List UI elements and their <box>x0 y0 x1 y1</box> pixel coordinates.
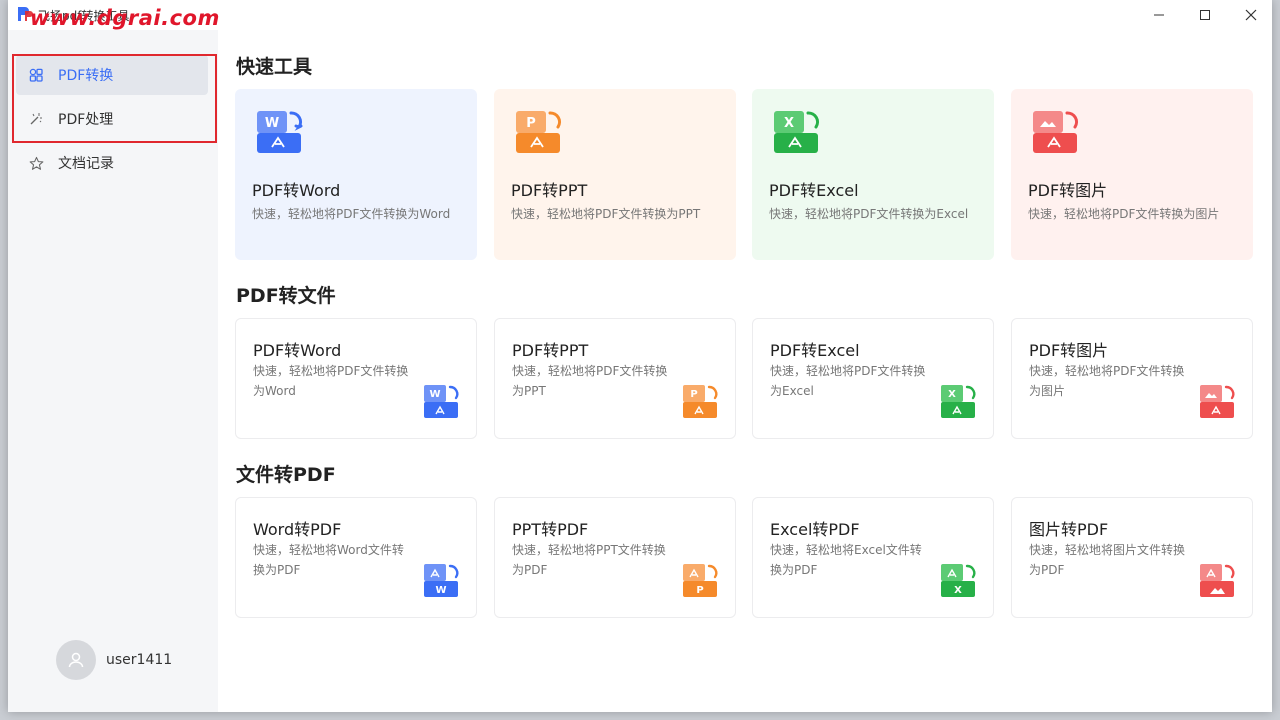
card-desc: 快速，轻松地将PDF文件转换为Word <box>252 207 451 221</box>
excel-to-pdf-icon: X <box>941 564 976 597</box>
svg-text:W: W <box>435 585 446 596</box>
sidebar-item-label: 文档记录 <box>58 156 114 172</box>
card-image-to-pdf[interactable]: 图片转PDF 快速，轻松地将图片文件转换为PDF <box>1011 497 1253 618</box>
sidebar-item-label: PDF处理 <box>58 112 114 128</box>
card-title: PPT转PDF <box>512 520 589 539</box>
svg-text:X: X <box>954 585 962 596</box>
card-desc: 快速，轻松地将PDF文件转换为PPT <box>511 207 701 221</box>
svg-text:W: W <box>265 116 279 131</box>
card-desc: 快速，轻松地将PDF文件转换为Excel <box>770 364 926 398</box>
card-title: PDF转PPT <box>511 181 588 200</box>
pdf-to-excel-icon: X <box>941 385 976 418</box>
pdf-to-image-icon <box>1200 385 1235 418</box>
card-pdf-to-image[interactable]: PDF转图片 快速，轻松地将PDF文件转换为图片 <box>1011 318 1253 439</box>
minimize-button[interactable] <box>1136 0 1182 30</box>
card-desc: 快速，轻松地将PDF文件转换为PPT <box>512 364 668 398</box>
sidebar: PDF转换 PDF处理 文档记录 user1411 <box>8 30 218 712</box>
section-title-file-to-pdf: 文件转PDF <box>236 464 336 486</box>
svg-text:X: X <box>948 389 956 400</box>
sidebar-item-label: PDF转换 <box>58 68 114 84</box>
svg-text:X: X <box>784 116 794 131</box>
image-to-pdf-icon <box>1200 564 1235 597</box>
card-excel-to-pdf[interactable]: Excel转PDF 快速，轻松地将Excel文件转换为PDF X <box>752 497 994 618</box>
sidebar-item-pdf-convert[interactable]: PDF转换 <box>16 55 208 95</box>
minimize-icon <box>1154 14 1164 16</box>
card-title: Word转PDF <box>253 520 342 539</box>
card-title: PDF转图片 <box>1028 181 1108 200</box>
watermark-text: www.dgrai.com <box>30 6 220 30</box>
svg-text:P: P <box>690 389 697 400</box>
app-window: 飞扬pdf转换工具 www.dgrai.com PDF转换 PDF处理 文档记录… <box>8 0 1272 712</box>
card-word-to-pdf[interactable]: Word转PDF 快速，轻松地将Word文件转换为PDF W <box>235 497 477 618</box>
title-bar: 飞扬pdf转换工具 www.dgrai.com <box>8 0 1272 30</box>
card-desc: 快速，轻松地将Word文件转换为PDF <box>253 543 404 577</box>
card-desc: 快速，轻松地将图片文件转换为PDF <box>1029 543 1186 577</box>
close-icon <box>1245 9 1257 21</box>
card-pdf-to-word[interactable]: PDF转Word 快速，轻松地将PDF文件转换为Word W <box>235 318 477 439</box>
card-desc: 快速，轻松地将PDF文件转换为Excel <box>769 207 969 221</box>
section-title-quick-tools: 快速工具 <box>236 56 313 78</box>
card-desc: 快速，轻松地将PDF文件转换为图片 <box>1028 207 1220 221</box>
card-pdf-to-ppt[interactable]: PDF转PPT 快速，轻松地将PDF文件转换为PPT P <box>494 318 736 439</box>
user-icon <box>68 652 84 668</box>
card-desc: 快速，轻松地将Excel文件转换为PDF <box>770 543 922 577</box>
quick-card-pdf-to-image[interactable]: PDF转图片 快速，轻松地将PDF文件转换为图片 <box>1011 89 1253 260</box>
username: user1411 <box>106 652 173 668</box>
card-desc: 快速，轻松地将PDF文件转换为图片 <box>1029 364 1185 398</box>
pdf-to-image-icon <box>1033 111 1079 153</box>
word-to-pdf-icon: W <box>424 564 459 597</box>
card-title: Excel转PDF <box>770 520 860 539</box>
pdf-to-word-icon: W <box>424 385 459 418</box>
svg-text:P: P <box>526 116 536 131</box>
card-ppt-to-pdf[interactable]: PPT转PDF 快速，轻松地将PPT文件转换为PDF P <box>494 497 736 618</box>
sidebar-item-pdf-process[interactable]: PDF处理 <box>16 99 208 139</box>
card-title: 图片转PDF <box>1029 520 1109 539</box>
pdf-to-word-icon: W <box>257 111 303 153</box>
card-title: PDF转Excel <box>769 181 859 200</box>
quick-card-pdf-to-word[interactable]: W PDF转Word 快速，轻松地将PDF文件转换为Word <box>235 89 477 260</box>
user-profile[interactable]: user1411 <box>56 640 172 680</box>
card-desc: 快速，轻松地将PPT文件转换为PDF <box>512 543 666 577</box>
svg-text:P: P <box>696 585 703 596</box>
star-icon <box>28 155 44 171</box>
avatar[interactable] <box>56 640 96 680</box>
quick-card-pdf-to-excel[interactable]: X PDF转Excel 快速，轻松地将PDF文件转换为Excel <box>752 89 994 260</box>
sidebar-item-doc-records[interactable]: 文档记录 <box>16 143 208 183</box>
section-title-pdf-to-file: PDF转文件 <box>236 285 336 307</box>
ppt-to-pdf-icon: P <box>683 564 718 597</box>
card-title: PDF转Word <box>252 181 341 200</box>
pdf-to-ppt-icon: P <box>516 111 562 153</box>
card-desc: 快速，轻松地将PDF文件转换为Word <box>253 364 409 398</box>
card-pdf-to-excel[interactable]: PDF转Excel 快速，轻松地将PDF文件转换为Excel X <box>752 318 994 439</box>
magic-wand-icon <box>28 111 44 127</box>
pdf-to-ppt-icon: P <box>683 385 718 418</box>
close-button[interactable] <box>1228 0 1272 30</box>
pdf-to-excel-icon: X <box>774 111 820 153</box>
card-title: PDF转Word <box>253 341 342 360</box>
main-content: 快速工具 PDF转文件 文件转PDF W PDF转Word 快速，轻松地将PDF… <box>218 30 1272 712</box>
quick-card-pdf-to-ppt[interactable]: P PDF转PPT 快速，轻松地将PDF文件转换为PPT <box>494 89 736 260</box>
card-title: PDF转PPT <box>512 341 589 360</box>
maximize-button[interactable] <box>1182 0 1228 30</box>
card-title: PDF转图片 <box>1029 341 1109 360</box>
card-title: PDF转Excel <box>770 341 860 360</box>
svg-text:W: W <box>429 389 440 400</box>
maximize-icon <box>1200 10 1210 20</box>
grid-icon <box>28 67 44 83</box>
